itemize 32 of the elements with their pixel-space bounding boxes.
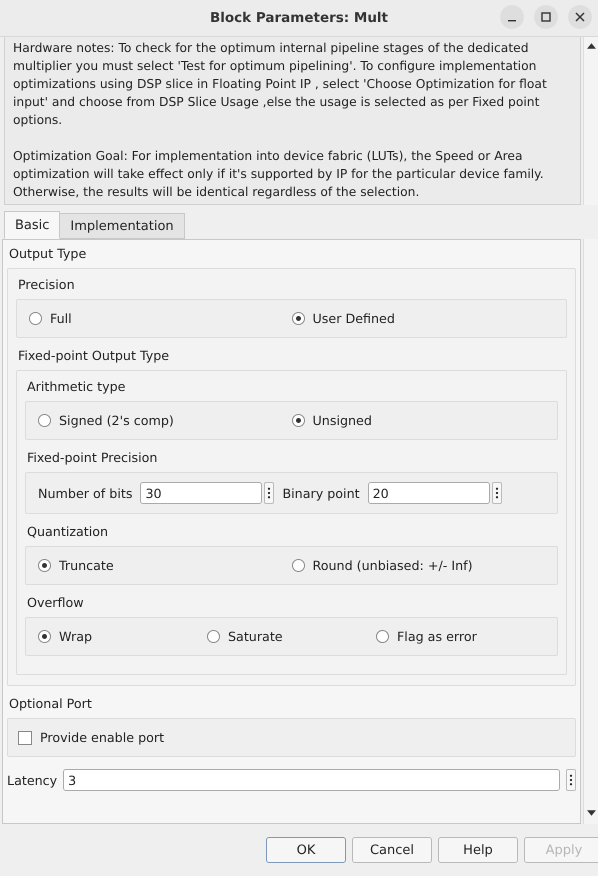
dialog-button[interactable]: Cancel <box>352 837 432 863</box>
radio-option[interactable]: Unsigned <box>292 413 545 428</box>
radio-option[interactable]: Flag as error <box>376 629 545 644</box>
field-label: Latency <box>7 772 58 788</box>
tab[interactable]: Basic <box>4 211 60 239</box>
group-title: Fixed-point Precision <box>26 450 158 467</box>
radio-option[interactable]: Wrap <box>38 629 207 644</box>
radio-option[interactable]: User Defined <box>292 311 554 326</box>
group-title: Overflow <box>26 595 85 612</box>
dialog-button[interactable]: OK <box>266 837 346 863</box>
input-field[interactable]: 20 <box>368 482 490 504</box>
tab[interactable]: Implementation <box>59 213 185 239</box>
radio-option[interactable]: Saturate <box>207 629 376 644</box>
radio-option[interactable]: Round (unbiased: +/- Inf) <box>292 558 545 573</box>
checkbox-option[interactable]: Provide enable port <box>18 730 565 745</box>
radio-option[interactable]: Truncate <box>38 558 292 573</box>
group-title: Fixed-point Output Type <box>17 348 170 365</box>
group-title: Optional Port <box>8 696 93 713</box>
radio-option[interactable]: Full <box>29 311 292 326</box>
radio-option[interactable]: Signed (2's comp) <box>38 413 292 428</box>
dialog-button[interactable]: Help <box>438 837 518 863</box>
description-paragraph: Optimization Goal: For implementation into device fabric (LUTs), the Speed or Area optimization will take effect only if it's supported by IP for the particular device family. Otherwise, the results will be identical regardless of the selection. <box>13 148 545 201</box>
input-field[interactable]: 30 <box>140 482 262 504</box>
group-title: Precision <box>17 277 76 294</box>
window-title: Block Parameters: Mult <box>210 10 388 26</box>
input-field[interactable]: 3 <box>63 769 560 791</box>
field-label: Binary point <box>282 486 360 500</box>
description-paragraph: Hardware notes: To check for the optimum internal pipeline stages of the dedicated multiplier you must select 'Test for optimum pipelining'. To configure implementation optimizations using DSP slice in Floating Point IP , select 'Choose Optimization for float input' and choose from DSP Slice Usage ,else the usage is selected as per Fixed point options. <box>13 40 548 129</box>
group-title: Output Type <box>8 246 88 263</box>
field-label: Number of bits <box>38 486 132 500</box>
group-title: Arithmetic type <box>26 379 126 396</box>
group-title: Quantization <box>26 524 110 541</box>
